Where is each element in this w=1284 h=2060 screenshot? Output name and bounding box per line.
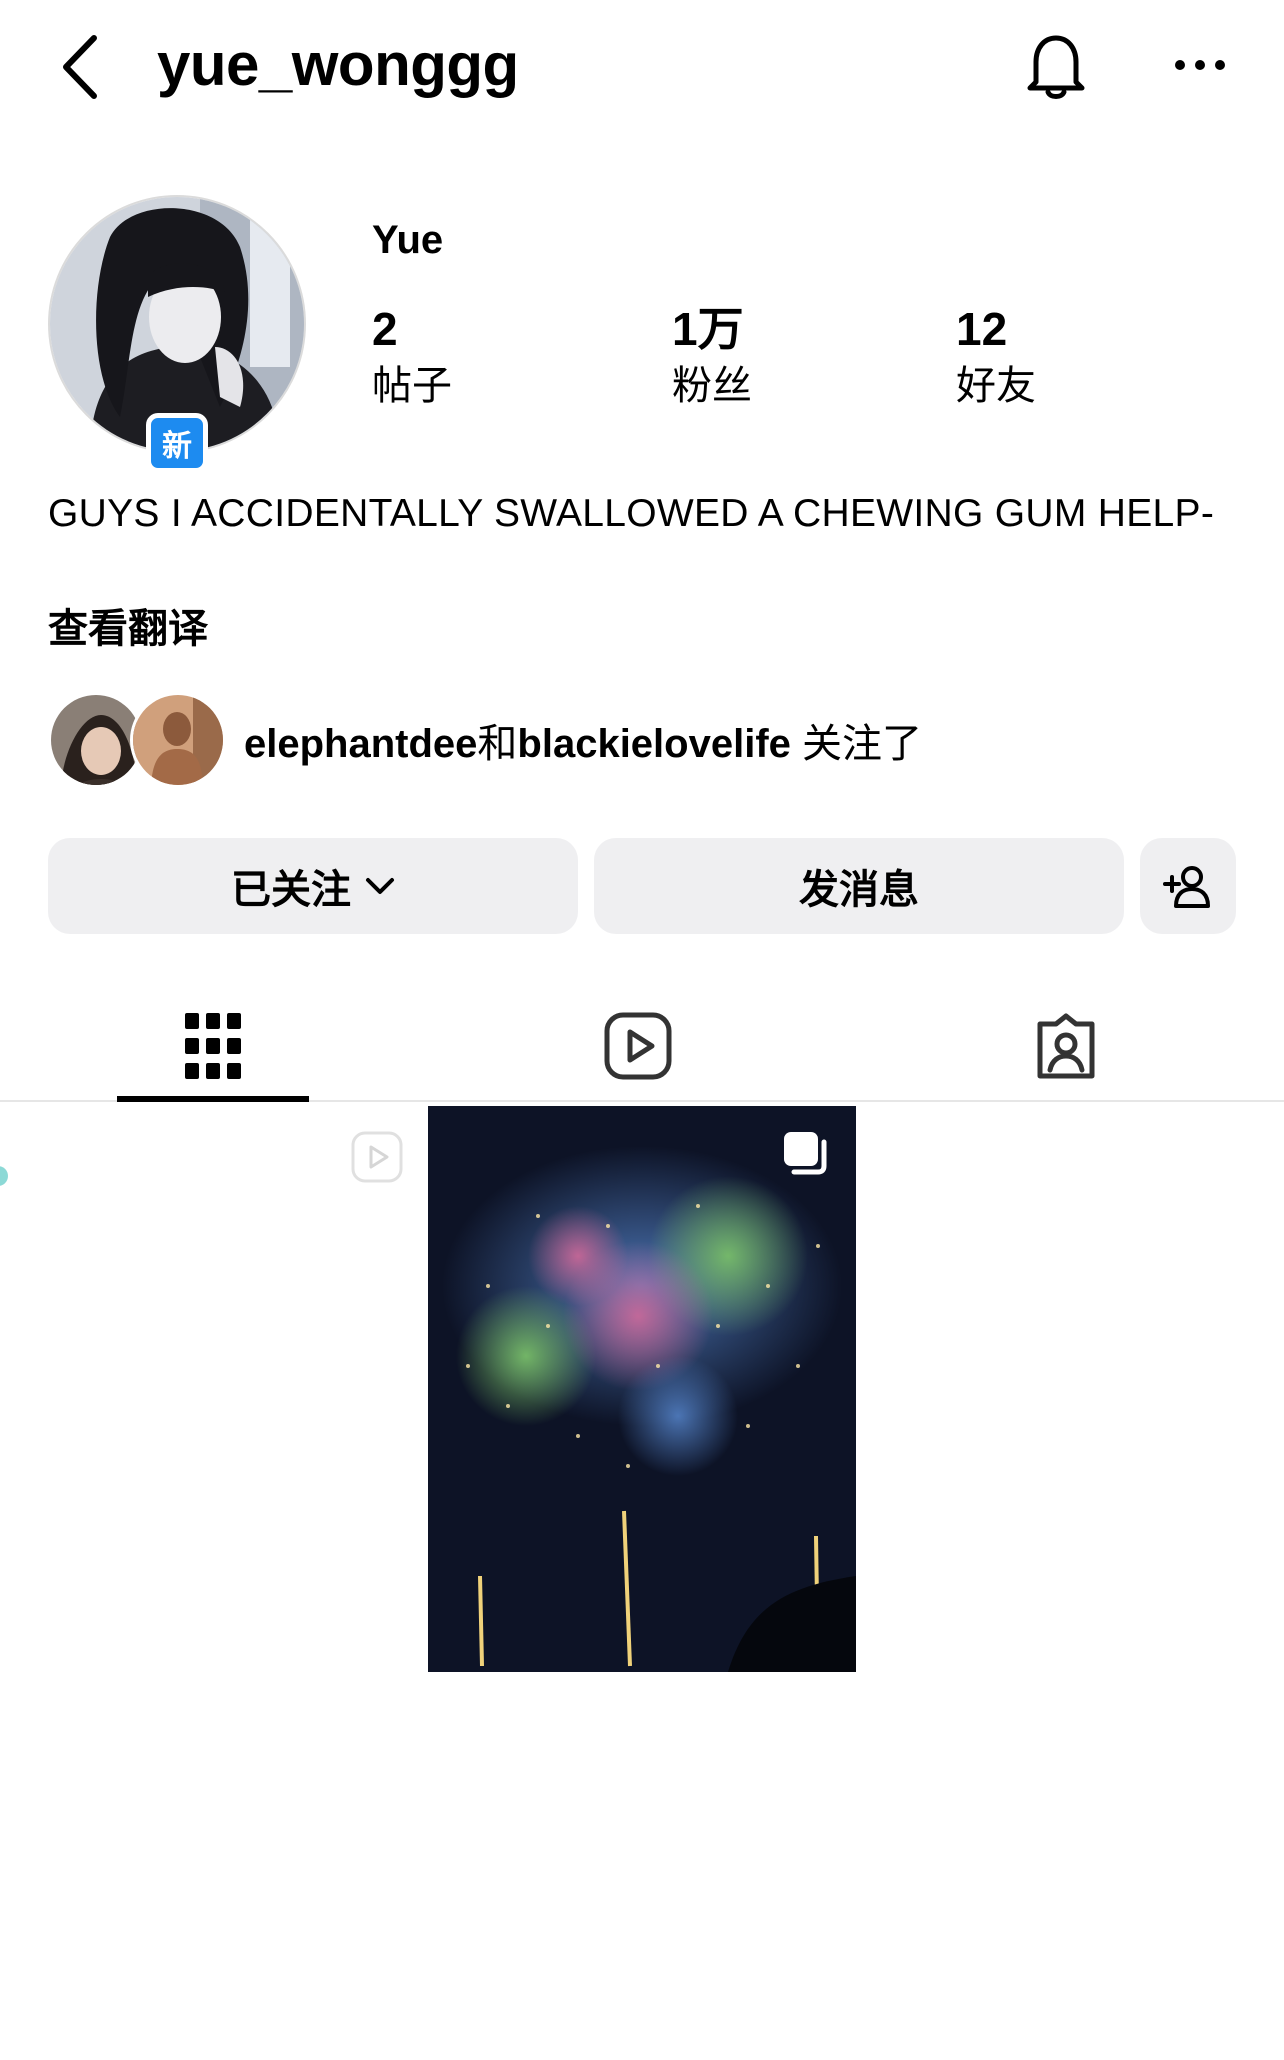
more-dots-icon: [1175, 60, 1225, 70]
bell-icon: [1027, 35, 1085, 99]
mutual-user-2[interactable]: blackielovelife: [517, 722, 790, 766]
add-user-icon: [1163, 866, 1210, 908]
stat-posts[interactable]: 2 帖子: [372, 298, 452, 412]
tagged-icon: [1037, 1013, 1095, 1079]
stat-friends[interactable]: 12 好友: [956, 298, 1036, 412]
back-arrow-icon: [63, 35, 97, 99]
mutual-followers-text: elephantdee和blackielovelife 关注了: [244, 711, 922, 769]
profile-page: yue_wonggg 新 Yue 2 帖子 1万 粉丝 12 好友 GUYS I…: [0, 0, 1284, 2060]
tab-posts-grid[interactable]: [117, 990, 309, 1102]
chevron-down-icon: [365, 876, 395, 896]
grid-icon: [185, 1013, 241, 1079]
stat-followers-label: 粉丝: [672, 364, 752, 408]
profile-username: yue_wonggg: [157, 31, 519, 98]
stat-followers-value: 1万: [672, 303, 744, 355]
fireworks-image: [428, 1106, 856, 1672]
mutual-followers[interactable]: elephantdee和blackielovelife 关注了: [48, 690, 922, 790]
following-button[interactable]: 已关注: [48, 838, 578, 934]
stat-friends-value: 12: [956, 303, 1008, 355]
stat-posts-label: 帖子: [372, 364, 452, 408]
new-badge: 新: [146, 413, 208, 473]
message-button[interactable]: 发消息: [594, 838, 1124, 934]
mutual-suffix: 关注了: [802, 722, 923, 766]
edge-dot: [0, 1166, 8, 1186]
carousel-icon: [784, 1132, 827, 1175]
active-tab-indicator: [117, 1096, 309, 1102]
profile-avatar-container: 新: [48, 195, 306, 473]
stat-posts-value: 2: [372, 303, 398, 355]
tab-reels[interactable]: [542, 990, 734, 1102]
post-thumbnail[interactable]: [428, 1106, 856, 1672]
back-button[interactable]: [50, 22, 110, 112]
reel-badge-icon: [351, 1131, 403, 1183]
notifications-button[interactable]: [1020, 24, 1092, 108]
more-options-button[interactable]: [1168, 40, 1232, 90]
mutual-connector: 和: [477, 722, 518, 766]
top-bar: yue_wonggg: [0, 0, 1284, 140]
profile-bio: GUYS I ACCIDENTALLY SWALLOWED A CHEWING …: [48, 492, 1215, 535]
reels-icon: [604, 1012, 672, 1080]
tab-tagged[interactable]: [970, 990, 1162, 1102]
see-translation-link[interactable]: 查看翻译: [48, 596, 208, 654]
message-button-label: 发消息: [799, 868, 919, 912]
mutual-avatars: [48, 690, 226, 790]
mutual-avatar: [130, 692, 226, 788]
following-button-label: 已关注: [231, 868, 351, 912]
post-thumbnail[interactable]: [0, 1106, 424, 1672]
profile-tabs: [0, 990, 1284, 1102]
stat-friends-label: 好友: [956, 364, 1036, 408]
mutual-user-1[interactable]: elephantdee: [244, 722, 477, 766]
stat-followers[interactable]: 1万 粉丝: [672, 298, 752, 412]
display-name: Yue: [372, 218, 444, 262]
add-user-button[interactable]: [1140, 838, 1236, 934]
